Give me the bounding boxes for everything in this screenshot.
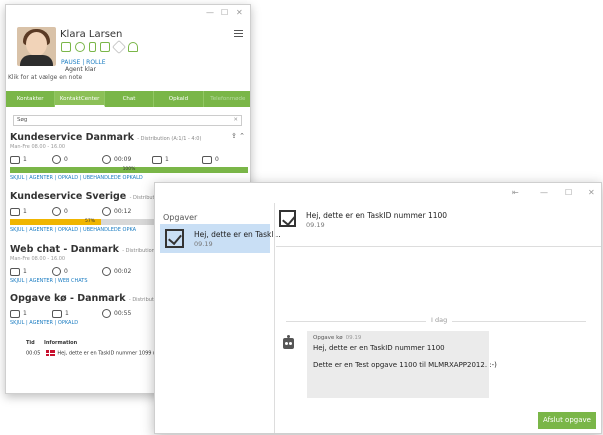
wait-time-stat: 00:55 [102, 309, 152, 318]
main-tabs: Kontakter KontaktCenter Chat Opkald Tele… [6, 91, 250, 107]
header-divider [276, 246, 601, 247]
agents-stat: 1 [10, 267, 52, 276]
search-text: Søg [17, 117, 28, 123]
agents-icon [10, 309, 20, 318]
thumbs-down-icon [202, 155, 212, 164]
waiting-stat: 0 [52, 207, 102, 216]
wait-time-stat: 00:02 [102, 267, 152, 276]
thumbs-up-icon [152, 155, 162, 164]
minimize-icon[interactable]: — [206, 8, 214, 17]
danish-flag-icon [46, 350, 56, 356]
row-info: Hej, dette er en TaskID nummer 1099 (1 [57, 350, 159, 357]
date-divider: I dag [286, 316, 586, 325]
pause-role-links[interactable]: PAUSE | ROLLE [61, 59, 106, 66]
task-list-title: Opgaver [163, 213, 198, 222]
table-header-info: Information [44, 340, 78, 346]
task-time: 09.19 [306, 221, 325, 229]
channel-icons [61, 39, 138, 55]
agents-stat: 1 [10, 155, 52, 164]
table-row[interactable]: 00:05 Hej, dette er en TaskID nummer 1099… [26, 350, 158, 357]
maximize-icon[interactable]: ☐ [565, 188, 572, 197]
message-sender: Opgave kø 09.19 [313, 335, 362, 341]
pane-divider [274, 203, 275, 433]
web-chats-stat: 0 [52, 267, 102, 276]
service-level-bar: 100% [10, 167, 248, 173]
task-checkbox-icon [165, 229, 184, 248]
search-input[interactable]: Søg ✕ [13, 115, 242, 126]
robot-icon [280, 335, 297, 350]
waiting-calls-icon [52, 207, 61, 216]
tab-calls[interactable]: Opkald [154, 91, 204, 107]
queue-links[interactable]: SKJUL | AGENTER | OPKALD | UBEHANDLEDE O… [10, 175, 250, 181]
agent-status: Agent klar [65, 66, 96, 73]
export-icon[interactable]: ⇪ [231, 132, 237, 140]
collapse-icon[interactable]: ⌃ [239, 132, 245, 140]
task-item-time: 09.19 [194, 240, 213, 248]
tasks-stat: 1 [52, 309, 102, 318]
globe-icon [52, 267, 61, 276]
wait-time-stat: 00:12 [102, 207, 152, 216]
task-item-title: Hej, dette er en Taskl... [194, 230, 281, 239]
team-icon[interactable] [128, 42, 138, 52]
finish-task-button[interactable]: Afslut opgave [538, 412, 596, 429]
date-divider-label: I dag [426, 316, 453, 324]
task-checkbox-icon [279, 210, 296, 227]
pin-icon[interactable]: ⇤ [512, 188, 519, 197]
mobile-icon[interactable] [89, 42, 96, 52]
queue-actions: ⇪ ⌃ [231, 132, 245, 140]
tab-chat[interactable]: Chat [105, 91, 155, 107]
agents-icon [10, 155, 20, 164]
waiting-calls-icon [52, 155, 61, 164]
task-title: Hej, dette er en TaskID nummer 1100 [306, 211, 448, 220]
close-icon[interactable]: ✕ [588, 188, 595, 197]
message-line-2: Dette er en Test opgave 1100 til MLMRXAP… [313, 361, 497, 369]
queue-hours: Man-Fre 08.00 - 16.00 [10, 144, 66, 150]
screen-icon[interactable] [61, 42, 71, 52]
tab-contact-center[interactable]: KontaktCenter [55, 91, 105, 107]
note-hint[interactable]: Klik for at vælge en note [8, 74, 82, 81]
tag-icon[interactable] [111, 39, 127, 55]
tab-contacts[interactable]: Kontakter [6, 91, 56, 107]
service-level-bar: 57% [10, 219, 170, 225]
close-icon[interactable]: ✕ [236, 8, 243, 17]
queue-kundeservice-danmark: Kundeservice Danmark - Distribution (A:1… [10, 132, 250, 181]
clock-icon [102, 207, 111, 216]
phone-icon[interactable] [75, 42, 85, 52]
clock-icon [102, 267, 111, 276]
clear-icon[interactable]: ✕ [233, 116, 238, 125]
message-line-1: Hej, dette er en TaskID nummer 1100 [313, 344, 445, 352]
agents-icon [10, 207, 20, 216]
clock-icon [102, 309, 111, 318]
task-window: ⇤ — ☐ ✕ Opgaver Hej, dette er en Taskl..… [154, 182, 602, 434]
menu-icon[interactable] [234, 30, 243, 37]
task-icon [52, 309, 62, 318]
tab-phone-meeting[interactable]: Telefonmøde [204, 91, 250, 107]
minimize-icon[interactable]: — [540, 188, 548, 197]
wait-time-stat: 00:09 [102, 155, 152, 164]
agents-stat: 1 [10, 207, 52, 216]
message-bubble: Opgave kø 09.19 Hej, dette er en TaskID n… [307, 331, 497, 398]
calendar-icon[interactable] [100, 42, 110, 52]
waiting-stat: 0 [52, 155, 102, 164]
row-time: 00:05 [26, 350, 41, 357]
abandoned-stat: 0 [202, 155, 244, 164]
agents-icon [10, 267, 20, 276]
queue-title[interactable]: Kundeservice Danmark - Distribution (A:1… [10, 132, 250, 143]
service-level-label: 57% [84, 219, 95, 224]
answered-stat: 1 [152, 155, 202, 164]
avatar[interactable] [17, 27, 56, 66]
task-list-item[interactable]: Hej, dette er en Taskl... 09.19 [160, 224, 281, 253]
queue-stats: 1 0 00:09 1 0 [10, 155, 250, 164]
table-header-time: Tid [26, 340, 35, 346]
user-name: Klara Larsen [60, 29, 123, 40]
clock-icon [102, 155, 111, 164]
agents-stat: 1 [10, 309, 52, 318]
service-level-label: 100% [122, 167, 136, 172]
maximize-icon[interactable]: ☐ [221, 8, 228, 17]
